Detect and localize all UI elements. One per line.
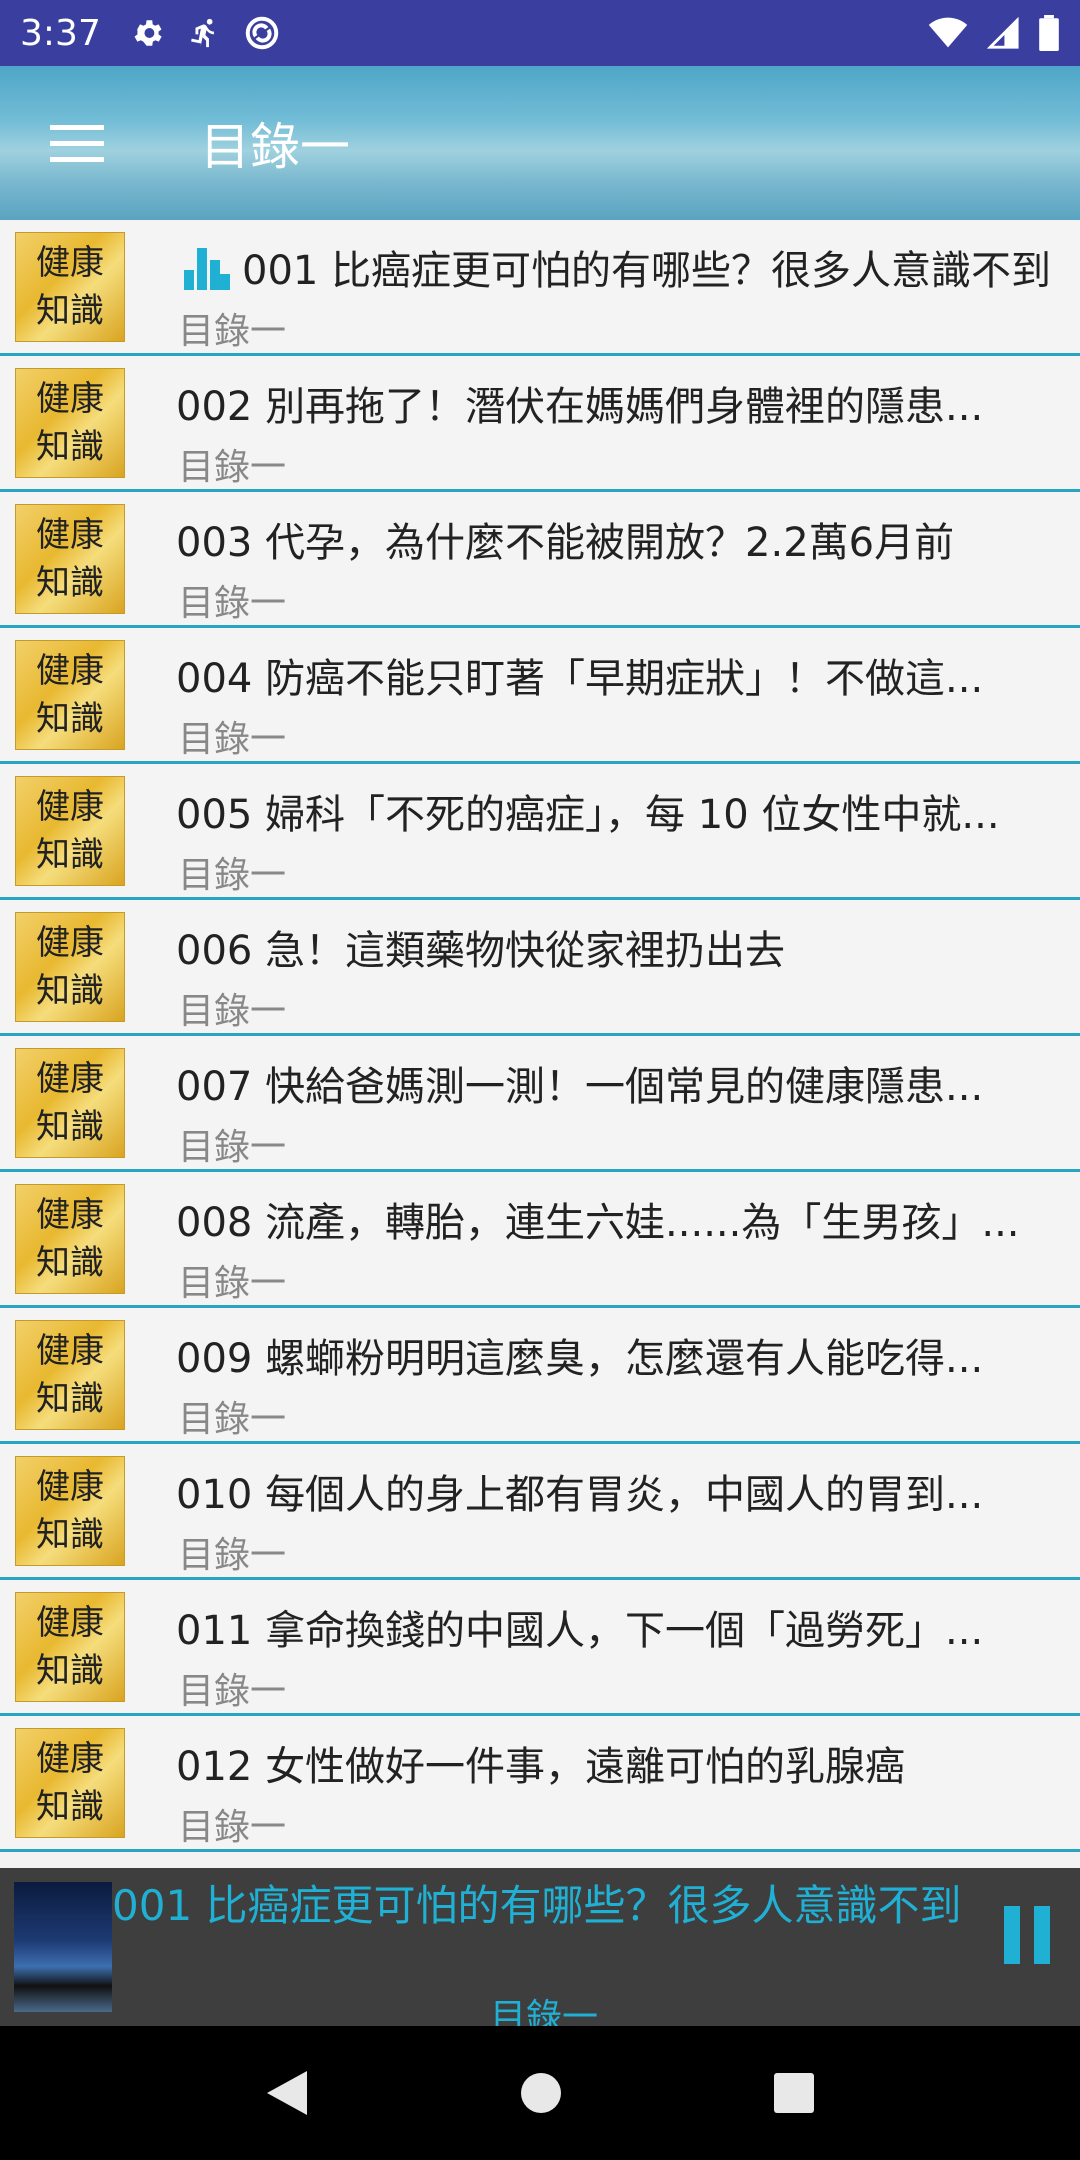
- thumbnail-image: 健康 知識: [15, 1728, 125, 1838]
- album-art: [14, 1882, 112, 2012]
- list-item-title: 001 比癌症更可怕的有哪些？很多人意識不到: [242, 248, 1052, 294]
- list-item-subtitle: 目錄一: [178, 447, 287, 488]
- list-item-subtitle: 目錄一: [178, 1807, 287, 1848]
- thumbnail-image: 健康 知識: [15, 1456, 125, 1566]
- mini-player[interactable]: 001 比癌症更可怕的有哪些？很多人意識不到 目錄一: [0, 1868, 1080, 2038]
- list-item[interactable]: 健康 知識 002 別再拖了！潛伏在媽媽們身體裡的隱患... 目錄一: [0, 356, 1080, 492]
- list-item-title: 012 女性做好一件事，遠離可怕的乳腺癌: [176, 1744, 906, 1790]
- thumbnail-image: 健康 知識: [15, 1592, 125, 1702]
- list-item-subtitle: 目錄一: [178, 991, 287, 1032]
- list-item-title: 010 每個人的身上都有胃炎，中國人的胃到...: [176, 1472, 984, 1518]
- list-item-subtitle: 目錄一: [178, 1399, 287, 1440]
- hamburger-menu-icon: [50, 125, 104, 162]
- list-item-title: 007 快給爸媽測一測！一個常見的健康隱患...: [176, 1064, 984, 1110]
- status-bar: 3:37: [0, 0, 1080, 66]
- list-item[interactable]: 健康 知識 012 女性做好一件事，遠離可怕的乳腺癌 目錄一: [0, 1716, 1080, 1852]
- battery-icon: [1039, 15, 1059, 51]
- page-title: 目錄一: [200, 118, 350, 176]
- list-item-title: 009 螺螄粉明明這麼臭，怎麼還有人能吃得...: [176, 1336, 984, 1382]
- recents-icon[interactable]: [773, 2072, 815, 2114]
- list-item-subtitle: 目錄一: [178, 719, 287, 760]
- list-item-title: 006 急！這類藥物快從家裡扔出去: [176, 928, 786, 974]
- thumbnail-image: 健康 知識: [15, 640, 125, 750]
- list-item-subtitle: 目錄一: [178, 1535, 287, 1576]
- list-item-title: 011 拿命換錢的中國人，下一個「過勞死」...: [176, 1608, 984, 1654]
- thumbnail-image: 健康 知識: [15, 1320, 125, 1430]
- list-item[interactable]: 健康 知識 011 拿命換錢的中國人，下一個「過勞死」... 目錄一: [0, 1580, 1080, 1716]
- list-item[interactable]: 健康 知識 005 婦科「不死的癌症」，每 10 位女性中就... 目錄一: [0, 764, 1080, 900]
- thumbnail-image: 健康 知識: [15, 368, 125, 478]
- now-playing-equalizer-icon: [184, 248, 230, 290]
- pause-button[interactable]: [1004, 1906, 1050, 1964]
- list-item-subtitle: 目錄一: [178, 1671, 287, 1712]
- episode-list: 健康 知識 001 比癌症更可怕的有哪些？很多人意識不到 目錄一 健康 知識 002…: [0, 220, 1080, 1852]
- list-item[interactable]: 健康 知識 003 代孕，為什麼不能被開放？2.2萬6月前 目錄一: [0, 492, 1080, 628]
- list-item[interactable]: 健康 知識 009 螺螄粉明明這麼臭，怎麼還有人能吃得... 目錄一: [0, 1308, 1080, 1444]
- list-item-title: 003 代孕，為什麼不能被開放？2.2萬6月前: [176, 520, 955, 566]
- thumbnail-image: 健康 知識: [15, 232, 125, 342]
- runner-icon: [190, 18, 214, 48]
- player-title: 001 比癌症更可怕的有哪些？很多人意識不到: [112, 1881, 962, 1930]
- list-item[interactable]: 健康 知識 006 急！這類藥物快從家裡扔出去 目錄一: [0, 900, 1080, 1036]
- list-item[interactable]: 健康 知識 010 每個人的身上都有胃炎，中國人的胃到... 目錄一: [0, 1444, 1080, 1580]
- cell-signal-icon: [986, 16, 1019, 49]
- list-item-subtitle: 目錄一: [178, 1127, 287, 1168]
- list-item-subtitle: 目錄一: [178, 855, 287, 896]
- sync-circle-icon: [245, 16, 279, 50]
- list-item-title: 004 防癌不能只盯著「早期症狀」！不做這...: [176, 656, 984, 702]
- pause-icon: [1034, 1906, 1050, 1964]
- list-item-title: 002 別再拖了！潛伏在媽媽們身體裡的隱患...: [176, 384, 984, 430]
- pause-icon: [1004, 1906, 1020, 1964]
- status-time: 3:37: [20, 12, 101, 54]
- home-icon[interactable]: [520, 2072, 562, 2114]
- list-item[interactable]: 健康 知識 007 快給爸媽測一測！一個常見的健康隱患... 目錄一: [0, 1036, 1080, 1172]
- menu-button[interactable]: [0, 66, 154, 220]
- wifi-icon: [928, 17, 968, 48]
- thumbnail-image: 健康 知識: [15, 1184, 125, 1294]
- thumbnail-image: 健康 知識: [15, 776, 125, 886]
- list-item-title: 005 婦科「不死的癌症」，每 10 位女性中就...: [176, 792, 1000, 838]
- list-item[interactable]: 健康 知識 008 流產，轉胎，連生六娃......為「生男孩」... 目錄一: [0, 1172, 1080, 1308]
- list-item-subtitle: 目錄一: [178, 1263, 287, 1304]
- thumbnail-image: 健康 知識: [15, 912, 125, 1022]
- list-item-title: 008 流產，轉胎，連生六娃......為「生男孩」...: [176, 1200, 1020, 1246]
- list-item[interactable]: 健康 知識 001 比癌症更可怕的有哪些？很多人意識不到 目錄一: [0, 220, 1080, 356]
- app-bar: 目錄一: [0, 66, 1080, 220]
- thumbnail-image: 健康 知識: [15, 1048, 125, 1158]
- system-nav-bar: [0, 2026, 1080, 2160]
- settings-gear-icon: [134, 20, 162, 46]
- list-item-subtitle: 目錄一: [178, 311, 287, 352]
- back-icon[interactable]: [265, 2069, 309, 2117]
- list-item-subtitle: 目錄一: [178, 583, 287, 624]
- thumbnail-image: 健康 知識: [15, 504, 125, 614]
- status-icons-right: [928, 15, 1060, 51]
- status-icons-left: [131, 14, 281, 52]
- list-item[interactable]: 健康 知識 004 防癌不能只盯著「早期症狀」！不做這... 目錄一: [0, 628, 1080, 764]
